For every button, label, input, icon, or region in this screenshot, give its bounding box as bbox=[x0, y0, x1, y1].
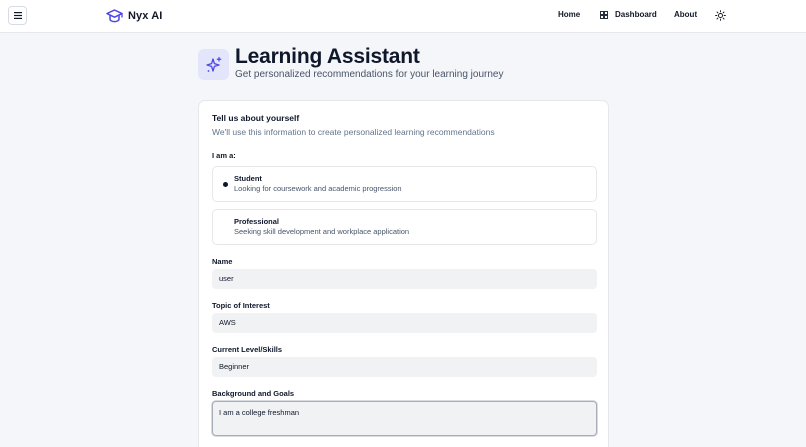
sparkles-icon bbox=[205, 56, 221, 72]
role-label: I am a: bbox=[212, 151, 236, 160]
theme-toggle-button[interactable] bbox=[715, 10, 726, 21]
role-option-title: Professional bbox=[234, 217, 280, 226]
role-option-description: Looking for coursework and academic prog… bbox=[234, 184, 402, 193]
nav-dashboard-link[interactable]: Dashboard bbox=[600, 10, 657, 19]
top-navigation-bar: Nyx AI Home Dashboard About bbox=[0, 0, 806, 33]
assistant-badge bbox=[198, 49, 229, 80]
form-description: We'll use this information to create per… bbox=[212, 127, 495, 137]
brand-logo-link[interactable]: Nyx AI bbox=[106, 7, 162, 25]
background-goals-textarea[interactable]: I am a college freshman bbox=[212, 401, 597, 436]
level-input[interactable] bbox=[212, 357, 597, 377]
nav-about-link[interactable]: About bbox=[674, 10, 697, 19]
hamburger-menu-icon bbox=[13, 12, 22, 19]
role-option-description: Seeking skill development and workplace … bbox=[234, 227, 410, 236]
level-label: Current Level/Skills bbox=[212, 345, 283, 354]
topic-label: Topic of Interest bbox=[212, 301, 270, 310]
nav-dashboard-label: Dashboard bbox=[615, 10, 657, 19]
topic-input[interactable] bbox=[212, 313, 597, 333]
nav-home-link[interactable]: Home bbox=[558, 10, 580, 19]
profile-form-card: Tell us about yourself We'll use this in… bbox=[198, 100, 609, 447]
page-subtitle: Get personalized recommendations for you… bbox=[235, 69, 504, 80]
menu-toggle-button[interactable] bbox=[8, 6, 27, 25]
role-option-title: Student bbox=[234, 174, 262, 183]
role-option-professional[interactable]: Professional Seeking skill development a… bbox=[212, 209, 597, 245]
page-title: Learning Assistant bbox=[235, 45, 420, 68]
name-input[interactable] bbox=[212, 269, 597, 289]
brand-name: Nyx AI bbox=[128, 10, 163, 22]
radio-selected-indicator bbox=[223, 182, 228, 187]
form-title: Tell us about yourself bbox=[212, 113, 300, 123]
name-label: Name bbox=[212, 257, 233, 266]
dashboard-grid-icon bbox=[600, 10, 608, 19]
graduation-cap-icon bbox=[106, 9, 123, 23]
sun-icon bbox=[715, 10, 726, 21]
role-option-student[interactable]: Student Looking for coursework and acade… bbox=[212, 166, 597, 202]
background-goals-label: Background and Goals bbox=[212, 389, 295, 398]
